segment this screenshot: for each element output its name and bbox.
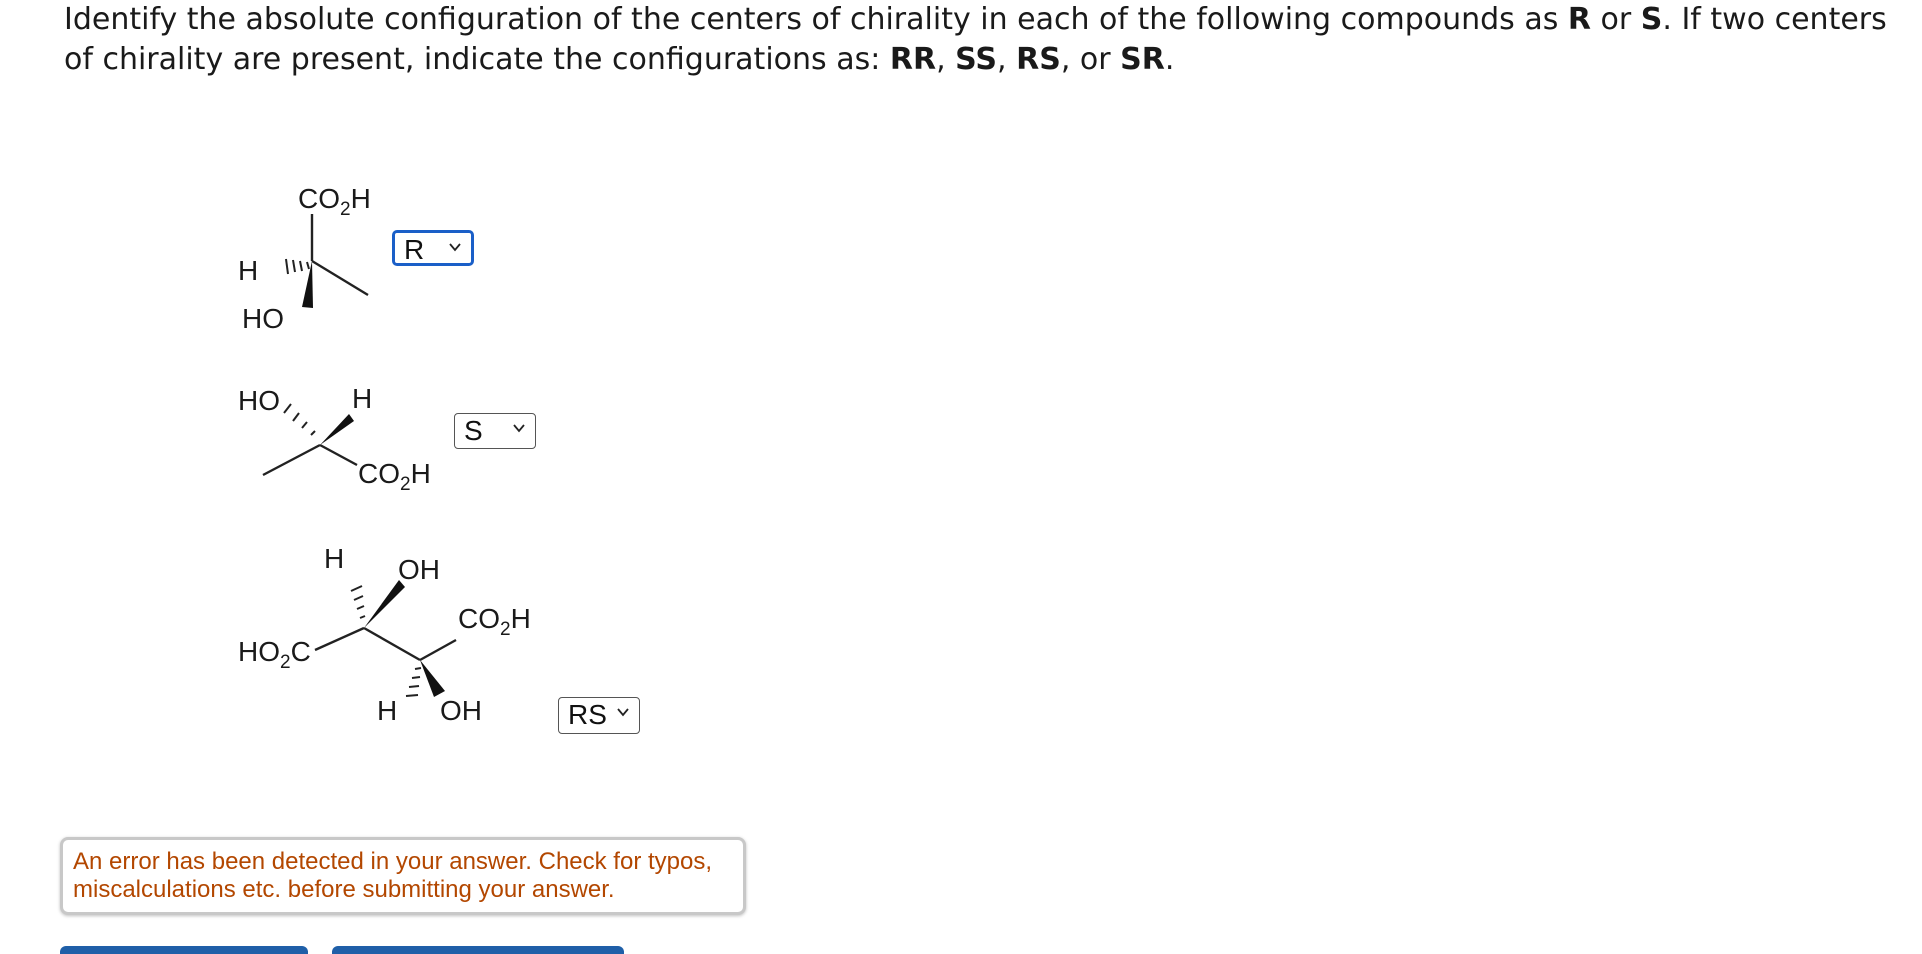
oh-label: OH: [440, 695, 482, 726]
selected-value: RS: [568, 699, 607, 730]
co2h-label: CO2H: [298, 183, 371, 220]
selected-value: R: [404, 234, 425, 265]
question-text-part: ,: [997, 42, 1017, 77]
bond: [311, 259, 369, 297]
question-text: Identify the absolute configuration of t…: [64, 0, 1914, 80]
wedge-bond: [364, 580, 405, 628]
h-label: H: [324, 543, 344, 574]
hash-bond: [283, 403, 316, 436]
config-r-term: R: [1567, 2, 1592, 37]
answer-select-2[interactable]: S: [454, 413, 536, 449]
oh-label: OH: [398, 554, 440, 585]
h-label: H: [352, 383, 372, 414]
bottom-button-right[interactable]: [332, 946, 624, 954]
chevron-down-icon: [513, 424, 525, 433]
hash-bond: [285, 258, 310, 275]
bond: [262, 443, 321, 477]
h-label: H: [377, 695, 397, 726]
hash-bond: [350, 585, 366, 619]
co2h-label: CO2H: [458, 603, 531, 640]
chevron-down-icon: [449, 243, 461, 252]
answer-select-3[interactable]: RS: [558, 697, 640, 734]
hash-bond: [405, 667, 422, 697]
bond: [314, 626, 365, 652]
question-text-part: ,: [936, 42, 956, 77]
ho-label: HO: [238, 385, 280, 416]
bond: [419, 638, 457, 662]
wedge-bond: [320, 414, 354, 445]
ho-label: HO: [242, 303, 284, 334]
config-s-term: S: [1640, 2, 1663, 37]
molecule-1-structure: CO2H H HO: [238, 183, 371, 334]
bottom-button-left[interactable]: [60, 946, 308, 954]
selected-value: S: [464, 415, 483, 446]
config-rs-term: RS: [1016, 42, 1061, 77]
wedge-bond: [420, 660, 445, 697]
ho2c-label: HO2C: [238, 636, 311, 673]
error-message-box: An error has been detected in your answe…: [60, 837, 746, 915]
co2h-label: CO2H: [358, 458, 431, 495]
error-message-text: An error has been detected in your answe…: [73, 848, 713, 903]
molecule-2-structure: HO H CO2H: [238, 383, 431, 495]
h-label: H: [238, 255, 258, 286]
molecule-3-structure: H OH CO2H HO2C H OH: [238, 543, 531, 726]
config-ss-term: SS: [955, 42, 998, 77]
wedge-bond: [302, 261, 313, 308]
config-rr-term: RR: [889, 42, 937, 77]
config-sr-term: SR: [1120, 42, 1165, 77]
bond: [363, 626, 421, 662]
question-text-part: Identify the absolute configuration of t…: [64, 2, 1568, 37]
bond: [319, 443, 358, 467]
question-text-part: .: [1164, 42, 1175, 77]
chevron-down-icon: [617, 708, 629, 717]
answer-select-1[interactable]: R: [392, 230, 474, 266]
question-text-part: , or: [1060, 42, 1121, 77]
question-text-part: or: [1591, 2, 1641, 37]
